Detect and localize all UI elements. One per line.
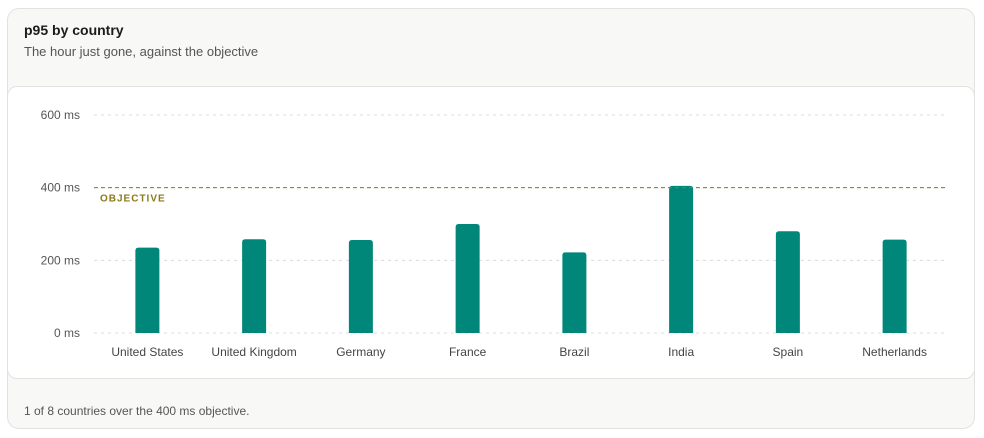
bar-brazil (562, 252, 587, 333)
objective-label: OBJECTIVE (100, 194, 166, 205)
chart-subtitle: The hour just gone, against the objectiv… (24, 44, 259, 59)
x-category-label: United Kingdom (211, 345, 296, 359)
bar-united-states (135, 247, 160, 333)
plot-panel: 0 ms 200 ms 400 ms 600 ms United States Unite… (7, 86, 975, 379)
chart-title: p95 by country (24, 22, 124, 38)
bar-netherlands (882, 239, 907, 333)
bar-germany (348, 239, 373, 333)
chart-footer-note: 1 of 8 countries over the 400 ms objecti… (24, 404, 250, 418)
card-header: p95 by country The hour just gone, again… (24, 20, 258, 62)
y-tick-label: 600 ms (41, 108, 80, 122)
x-category-label: Spain (773, 345, 804, 359)
bar-chart: 0 ms 200 ms 400 ms 600 ms United States Unite… (41, 108, 948, 359)
x-category-label: United States (111, 345, 183, 359)
bar-spain (775, 231, 800, 333)
chart-card: p95 by country The hour just gone, again… (7, 8, 975, 429)
bar-india (669, 185, 694, 333)
bar-france (455, 224, 480, 333)
x-category-label: India (668, 345, 694, 359)
x-category-label: France (449, 345, 487, 359)
x-category-label: Netherlands (862, 345, 927, 359)
y-tick-label: 0 ms (54, 326, 80, 340)
y-tick-label: 400 ms (41, 181, 80, 195)
y-tick-label: 200 ms (41, 253, 80, 267)
bar-united-kingdom (242, 239, 267, 333)
x-category-label: Germany (336, 345, 385, 359)
x-category-label: Brazil (559, 345, 589, 359)
